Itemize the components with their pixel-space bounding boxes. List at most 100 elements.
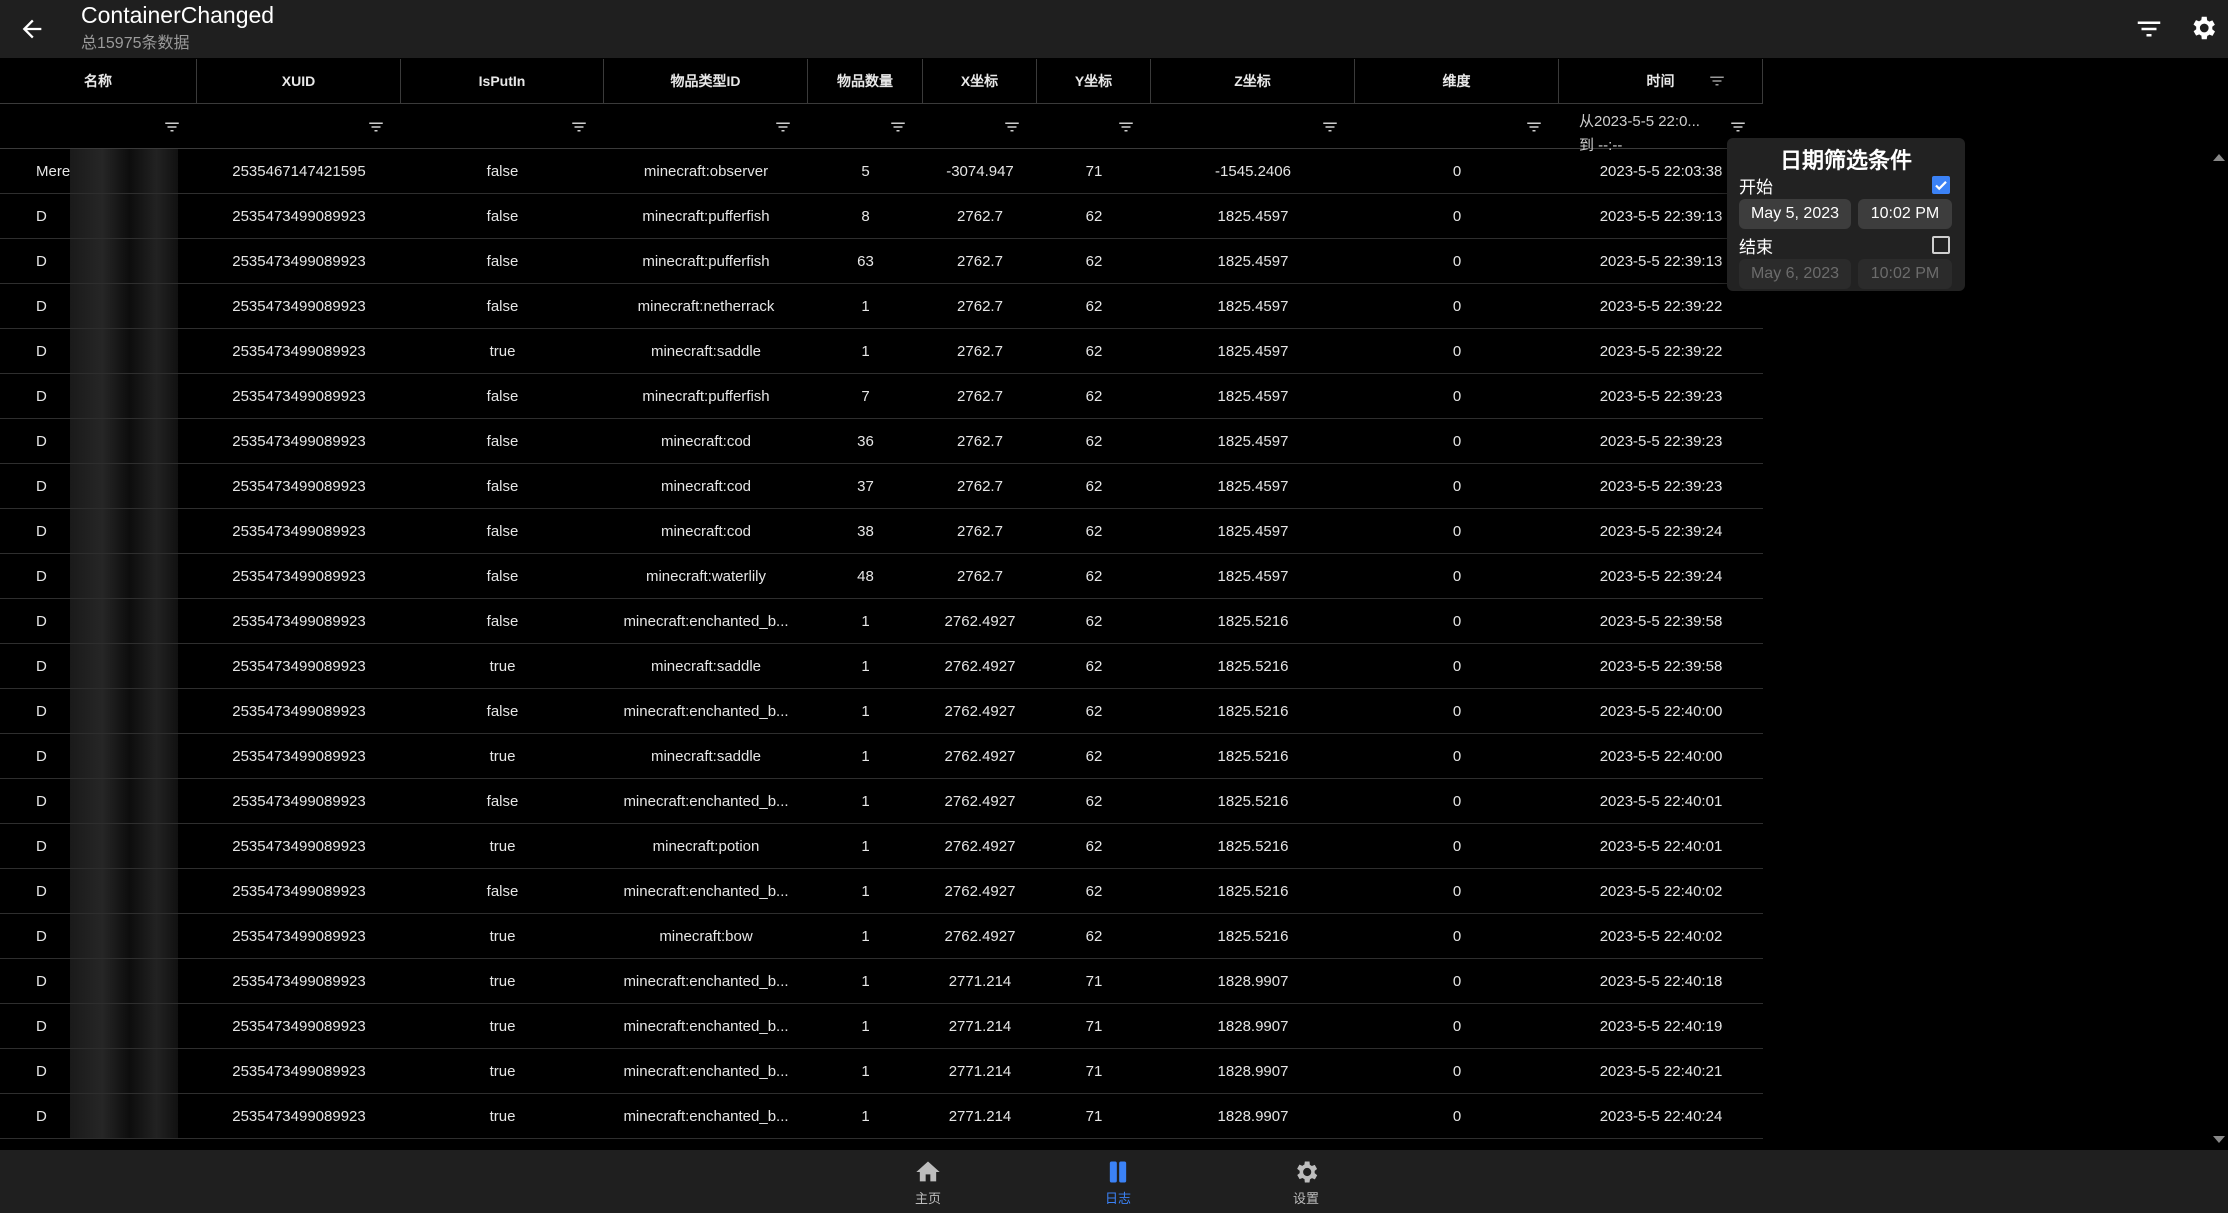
cell-z-coord: 1825.5216 <box>1151 914 1355 958</box>
vertical-scrollbar[interactable] <box>2210 150 2226 1145</box>
column-header-z-coord[interactable]: Z坐标 <box>1151 59 1355 104</box>
table-row[interactable]: D 2535473499089923 true minecraft:potion 1 27… <box>0 824 1763 869</box>
cell-dimension: 0 <box>1355 284 1559 328</box>
nav-home[interactable]: 主页 <box>888 1158 968 1210</box>
column-filter-row: 从2023-5-5 22:0... 到 --:-- <box>0 104 1763 154</box>
table-row[interactable]: D 2535473499089923 false minecraft:pufferfi… <box>0 374 1763 419</box>
start-checkbox[interactable] <box>1932 176 1950 194</box>
check-icon <box>1935 181 1947 191</box>
table-body: Mere 2535467147421595 false minecraft:obser… <box>0 149 1763 1139</box>
cell-item-count: 48 <box>808 554 923 598</box>
cell-time: 2023-5-5 22:39:58 <box>1559 599 1763 643</box>
column-header-dimension[interactable]: 维度 <box>1355 59 1559 104</box>
cell-text: 2023-5-5 22:39:24 <box>1599 567 1723 585</box>
cell-text: minecraft:enchanted_b... <box>623 972 789 990</box>
nav-settings[interactable]: 设置 <box>1266 1158 1346 1210</box>
table-row[interactable]: D 2535473499089923 false minecraft:waterlil… <box>0 554 1763 599</box>
back-arrow-icon[interactable] <box>18 15 46 43</box>
cell-x-coord: 2762.7 <box>923 554 1037 598</box>
table-row[interactable]: D 2535473499089923 true minecraft:enchanted… <box>0 1004 1763 1049</box>
table-row[interactable]: D 2535473499089923 true minecraft:bow 1 2762.… <box>0 914 1763 959</box>
scroll-down-arrow-icon[interactable] <box>2213 1136 2225 1143</box>
cell-text: 2762.4927 <box>944 882 1016 900</box>
gear-icon[interactable] <box>2188 13 2218 43</box>
cell-text: 2535473499089923 <box>232 567 366 585</box>
cell-x-coord: 2762.7 <box>923 239 1037 283</box>
end-checkbox[interactable] <box>1932 236 1950 254</box>
filter-icon[interactable] <box>1729 118 1747 136</box>
filter-icon[interactable] <box>570 118 588 136</box>
cell-xuid: 2535473499089923 <box>197 194 401 238</box>
table-row[interactable]: D 2535473499089923 true minecraft:enchanted… <box>0 1049 1763 1094</box>
table-row[interactable]: D 2535473499089923 false minecraft:enchante… <box>0 779 1763 824</box>
table-row[interactable]: D 2535473499089923 true minecraft:saddle 1 27… <box>0 329 1763 374</box>
cell-text: 1 <box>861 837 870 855</box>
column-header-xuid[interactable]: XUID <box>197 59 401 104</box>
filter-icon[interactable] <box>1525 118 1543 136</box>
end-time-button[interactable]: 10:02 PM <box>1858 259 1952 289</box>
table-row[interactable]: Mere 2535467147421595 false minecraft:obser… <box>0 149 1763 194</box>
cell-item-count: 8 <box>808 194 923 238</box>
nav-log[interactable]: 日志 <box>1078 1158 1158 1210</box>
table-row[interactable]: D 2535473499089923 true minecraft:enchanted… <box>0 1094 1763 1139</box>
cell-item-count: 5 <box>808 149 923 193</box>
filter-icon[interactable] <box>2134 14 2164 44</box>
table-row[interactable]: D 2535473499089923 false minecraft:netherra… <box>0 284 1763 329</box>
column-header-name[interactable]: 名称 <box>0 59 197 104</box>
cell-text: 1 <box>861 882 870 900</box>
cell-z-coord: 1825.5216 <box>1151 779 1355 823</box>
cell-text: 2771.214 <box>948 1017 1012 1035</box>
column-header-label: X坐标 <box>960 73 999 89</box>
table-row[interactable]: D 2535473499089923 false minecraft:enchante… <box>0 869 1763 914</box>
start-date-button[interactable]: May 5, 2023 <box>1739 199 1851 229</box>
cell-text: 2023-5-5 22:40:24 <box>1599 1107 1723 1125</box>
cell-isputin: false <box>401 149 604 193</box>
table-row[interactable]: D 2535473499089923 true minecraft:enchanted… <box>0 959 1763 1004</box>
cell-text: 2023-5-5 22:39:23 <box>1599 432 1723 450</box>
cell-z-coord: 1825.4597 <box>1151 509 1355 553</box>
column-header-time[interactable]: 时间 <box>1559 59 1763 104</box>
cell-isputin: false <box>401 689 604 733</box>
cell-text: 62 <box>1085 207 1103 225</box>
table-row[interactable]: D 2535473499089923 false minecraft:cod 38 276… <box>0 509 1763 554</box>
cell-text: 71 <box>1085 1062 1103 1080</box>
filter-icon[interactable] <box>774 118 792 136</box>
cell-y-coord: 62 <box>1037 824 1151 868</box>
date-filter-title: 日期筛选条件 <box>1779 148 1912 173</box>
cell-name: D <box>0 644 197 688</box>
column-header-item-count[interactable]: 物品数量 <box>808 59 923 104</box>
table-row[interactable]: D 2535473499089923 false minecraft:pufferfi… <box>0 194 1763 239</box>
start-time-button[interactable]: 10:02 PM <box>1858 199 1952 229</box>
cell-text: minecraft:pufferfish <box>642 252 770 270</box>
cell-dimension: 0 <box>1355 1094 1559 1138</box>
cell-text: 62 <box>1085 297 1103 315</box>
filter-icon[interactable] <box>1117 118 1135 136</box>
cell-time: 2023-5-5 22:40:18 <box>1559 959 1763 1003</box>
filter-icon[interactable] <box>1321 118 1339 136</box>
table-row[interactable]: D 2535473499089923 false minecraft:cod 37 276… <box>0 464 1763 509</box>
cell-text: true <box>489 342 516 360</box>
cell-text: 2762.7 <box>957 477 1003 495</box>
filter-icon[interactable] <box>367 118 385 136</box>
table-row[interactable]: D 2535473499089923 false minecraft:cod 36 276… <box>0 419 1763 464</box>
column-header-x-coord[interactable]: X坐标 <box>923 59 1037 104</box>
cell-item-type-id: minecraft:pufferfish <box>604 194 808 238</box>
table-row[interactable]: D 2535473499089923 true minecraft:saddle 1 27… <box>0 644 1763 689</box>
filter-icon[interactable] <box>1708 72 1726 90</box>
end-date-button[interactable]: May 6, 2023 <box>1739 259 1851 289</box>
filter-icon[interactable] <box>889 118 907 136</box>
filter-icon[interactable] <box>1003 118 1021 136</box>
column-header-item-type-id[interactable]: 物品类型ID <box>604 59 808 104</box>
column-header-isputin[interactable]: IsPutIn <box>401 59 604 104</box>
filter-icon[interactable] <box>163 118 181 136</box>
scroll-up-arrow-icon[interactable] <box>2213 154 2225 161</box>
cell-xuid: 2535473499089923 <box>197 284 401 328</box>
table-row[interactable]: D 2535473499089923 true minecraft:saddle 1 27… <box>0 734 1763 779</box>
table-row[interactable]: D 2535473499089923 false minecraft:pufferfi… <box>0 239 1763 284</box>
cell-text: 2762.7 <box>957 297 1003 315</box>
cell-text: D <box>36 432 47 450</box>
table-row[interactable]: D 2535473499089923 false minecraft:enchante… <box>0 599 1763 644</box>
column-header-y-coord[interactable]: Y坐标 <box>1037 59 1151 104</box>
cell-y-coord: 62 <box>1037 644 1151 688</box>
table-row[interactable]: D 2535473499089923 false minecraft:enchante… <box>0 689 1763 734</box>
